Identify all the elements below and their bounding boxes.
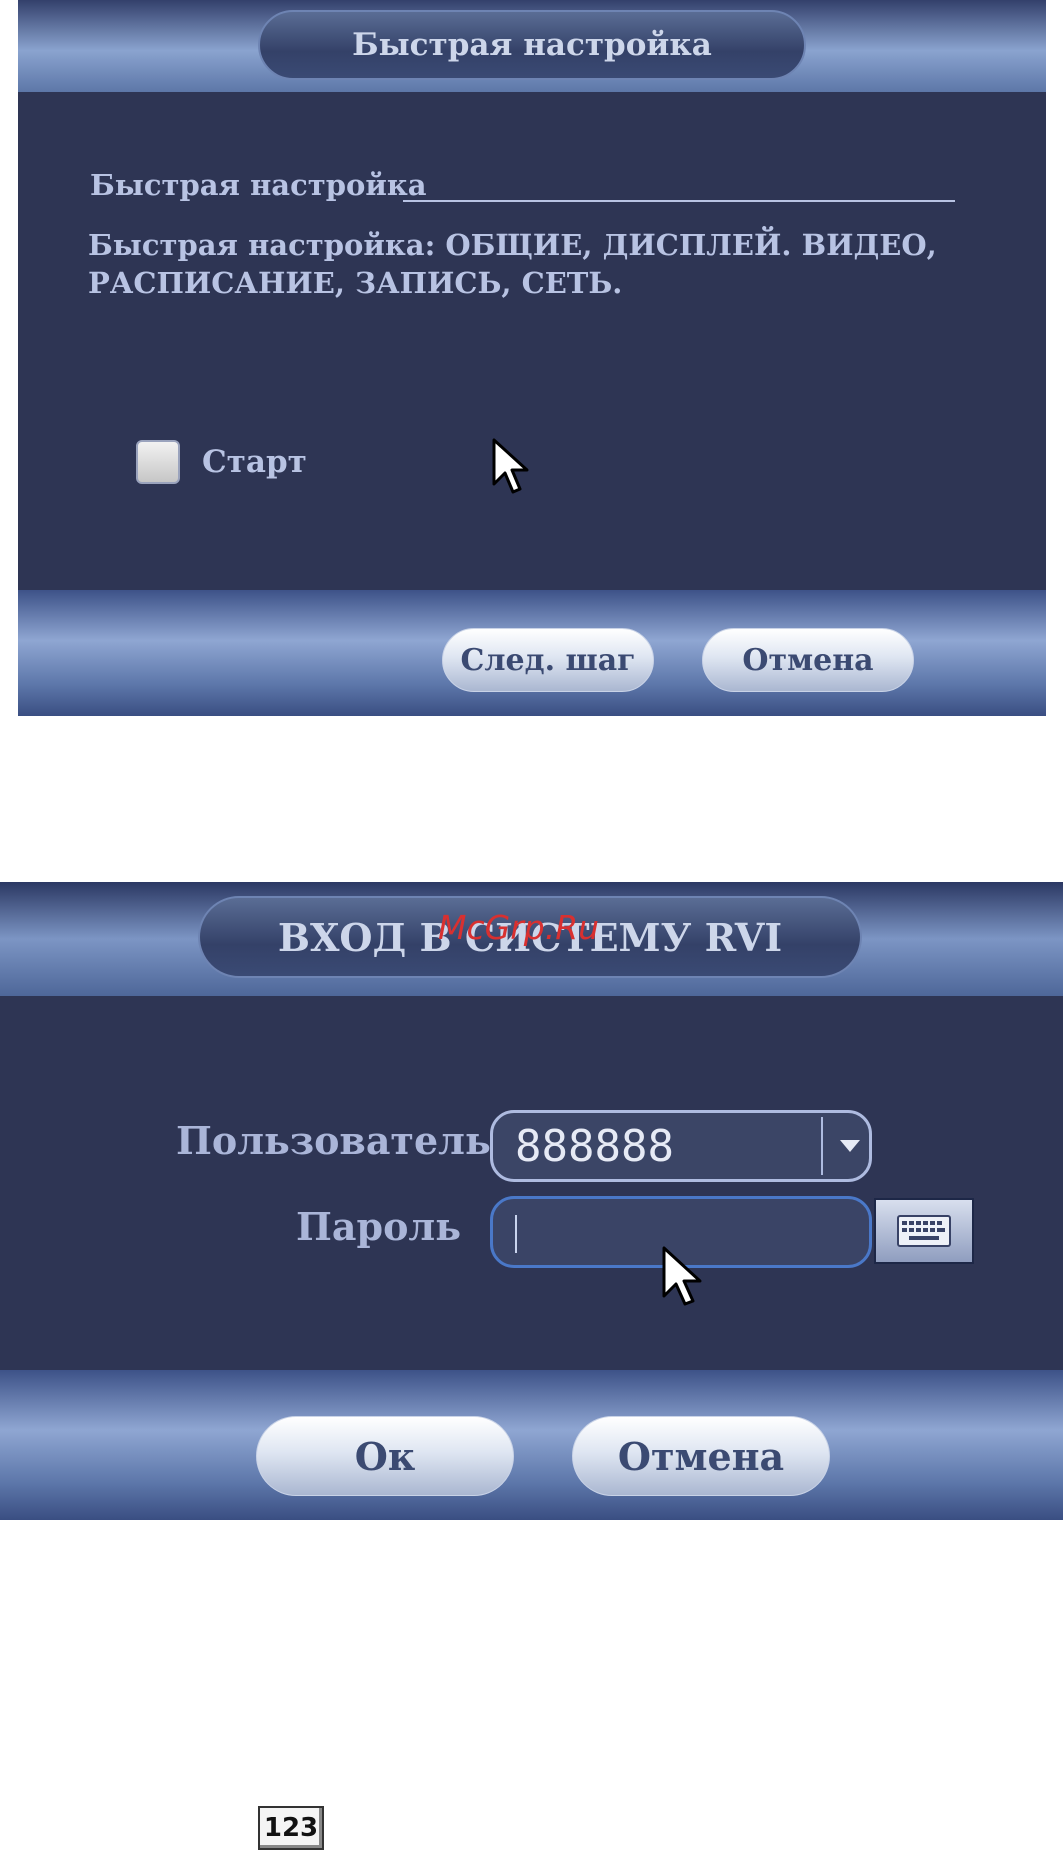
ok-button[interactable]: Ок <box>256 1416 514 1496</box>
quick-setup-dialog: Быстрая настройка Быстрая настройка Быст… <box>18 0 1046 716</box>
start-checkbox[interactable] <box>136 440 180 484</box>
next-step-button[interactable]: След. шаг <box>442 628 654 692</box>
user-value: 888888 <box>515 1121 674 1172</box>
password-label: Пароль <box>296 1204 462 1249</box>
user-select[interactable]: 888888 <box>490 1110 872 1182</box>
user-label: Пользователь <box>176 1118 491 1163</box>
dialog-footer: След. шаг Отмена <box>18 590 1046 716</box>
numeric-input-icon: 123 <box>258 1806 324 1850</box>
section-divider <box>403 200 955 202</box>
text-caret <box>515 1215 517 1253</box>
watermark: McGrp.Ru <box>438 908 600 947</box>
dialog-header: ВХОД В СИСТЕМУ RVI McGrp.Ru <box>0 882 1063 996</box>
setup-description: Быстрая настройка: ОБЩИЕ, ДИСПЛЕЙ. ВИДЕО… <box>88 228 937 300</box>
dialog-header: Быстрая настройка <box>18 0 1046 92</box>
virtual-keyboard-button[interactable] <box>874 1198 974 1264</box>
cancel-button[interactable]: Отмена <box>702 628 914 692</box>
chevron-down-icon[interactable] <box>831 1113 869 1179</box>
keyboard-icon <box>897 1215 951 1247</box>
mouse-cursor-icon <box>492 438 529 494</box>
mouse-cursor-icon <box>662 1246 702 1306</box>
cancel-button[interactable]: Отмена <box>572 1416 830 1496</box>
login-dialog: ВХОД В СИСТЕМУ RVI McGrp.Ru Пользователь… <box>0 882 1063 1520</box>
dialog-title: Быстрая настройка <box>258 10 806 80</box>
dialog-footer: Ок Отмена <box>0 1370 1063 1520</box>
start-checkbox-label[interactable]: Старт <box>202 444 307 480</box>
section-title: Быстрая настройка <box>90 168 427 202</box>
combo-divider <box>821 1117 823 1175</box>
